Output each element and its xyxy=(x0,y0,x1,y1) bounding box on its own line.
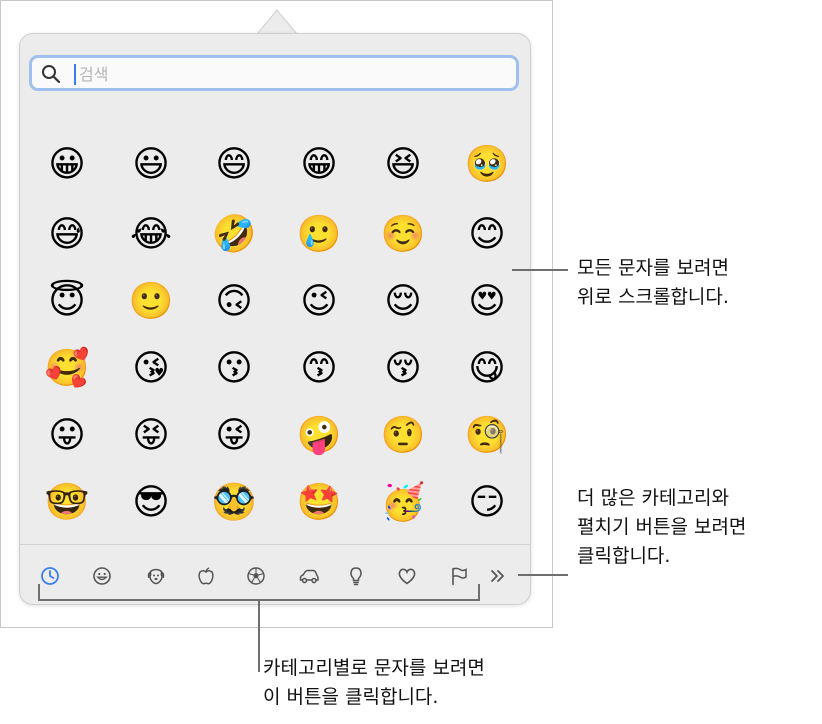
emoji-cell[interactable]: 😛 xyxy=(42,411,92,461)
callout-scroll-line-2: 위로 스크롤합니다. xyxy=(577,286,729,308)
callout-more-line-3: 클릭합니다. xyxy=(577,545,671,567)
emoji-cell[interactable]: 🤨 xyxy=(378,411,428,461)
clock-icon xyxy=(41,567,59,585)
category-tab-flags[interactable] xyxy=(444,561,474,591)
callout-more: 더 많은 카테고리와 펼치기 버튼을 보려면 클릭합니다. xyxy=(577,484,746,571)
emoji-cell[interactable]: 🥸 xyxy=(209,478,259,528)
category-bar-divider xyxy=(20,544,530,545)
emoji-cell[interactable]: 😚 xyxy=(378,344,428,394)
smiley-icon xyxy=(93,567,111,585)
emoji-cell[interactable]: 🤪 xyxy=(294,411,344,461)
lightbulb-icon xyxy=(350,567,362,586)
emoji-cell[interactable]: 😏 xyxy=(462,478,512,528)
callout-more-line-1: 더 많은 카테고리와 xyxy=(577,487,729,509)
callout-line-scroll xyxy=(512,269,568,271)
emoji-cell[interactable]: 🥳 xyxy=(378,478,428,528)
emoji-cell[interactable]: 😙 xyxy=(294,344,344,394)
category-tab-activity[interactable] xyxy=(241,561,271,591)
car-icon xyxy=(299,569,319,584)
double-chevron-right-icon xyxy=(491,570,504,582)
bracket-right xyxy=(478,584,480,600)
callout-category-line-1: 카테고리별로 문자를 보려면 xyxy=(263,657,485,679)
emoji-cell[interactable]: ☺️ xyxy=(378,210,428,260)
flag-icon xyxy=(452,567,467,586)
emoji-cell[interactable]: 😘 xyxy=(126,344,176,394)
category-tab-travel[interactable] xyxy=(294,561,324,591)
emoji-cell[interactable]: 😜 xyxy=(209,411,259,461)
callout-category-line-2: 이 버튼을 클릭합니다. xyxy=(263,686,439,708)
soccer-ball-icon xyxy=(247,567,265,585)
expand-categories-button[interactable] xyxy=(483,561,513,591)
emoji-cell[interactable]: 😍 xyxy=(462,277,512,327)
emoji-cell[interactable]: 😀 xyxy=(42,140,92,190)
emoji-cell[interactable]: 🤣 xyxy=(209,210,259,260)
search-field-container[interactable] xyxy=(29,55,519,91)
emoji-cell[interactable]: 🙃 xyxy=(209,277,259,327)
emoji-cell[interactable]: 😂 xyxy=(126,210,176,260)
emoji-cell[interactable]: 😝 xyxy=(126,411,176,461)
emoji-cell[interactable]: 🤩 xyxy=(294,478,344,528)
emoji-cell[interactable]: 🥰 xyxy=(42,344,92,394)
category-tab-food[interactable] xyxy=(191,561,221,591)
heart-icon xyxy=(398,568,416,585)
emoji-cell[interactable]: 🤓 xyxy=(42,478,92,528)
emoji-cell[interactable]: 😎 xyxy=(126,478,176,528)
callout-scroll: 모든 문자를 보려면 위로 스크롤합니다. xyxy=(577,254,729,312)
callout-more-line-2: 펼치기 버튼을 보려면 xyxy=(577,516,747,538)
popover-arrow xyxy=(257,9,297,35)
dog-icon xyxy=(147,568,165,585)
emoji-cell[interactable]: 🥲 xyxy=(294,210,344,260)
emoji-cell[interactable]: 🧐 xyxy=(462,411,512,461)
callout-line-more xyxy=(518,574,568,576)
character-viewer-popover: 😀 😃 😄 😁 😆 🥹 😅 😂 🤣 🥲 ☺️ 😊 😇 🙂 🙃 😉 😌 😍 🥰 😘 😗 😙 😚 😋 😛 😝 😜 🤪 🤨 🧐 🤓 😎 🥸 🤩 🥳 😏 xyxy=(19,33,531,605)
emoji-cell[interactable]: 😆 xyxy=(378,140,428,190)
category-tab-animals[interactable] xyxy=(141,561,171,591)
emoji-cell[interactable]: 😄 xyxy=(209,140,259,190)
text-cursor xyxy=(74,64,76,85)
emoji-cell[interactable]: 😁 xyxy=(294,140,344,190)
emoji-cell[interactable]: 😗 xyxy=(209,344,259,394)
callout-line-category xyxy=(258,599,260,672)
apple-icon xyxy=(198,567,214,585)
emoji-cell[interactable]: 😋 xyxy=(462,344,512,394)
emoji-cell[interactable]: 🥹 xyxy=(462,140,512,190)
category-tab-symbols[interactable] xyxy=(392,561,422,591)
emoji-cell[interactable]: 😉 xyxy=(294,277,344,327)
emoji-cell[interactable]: 😅 xyxy=(42,210,92,260)
search-icon xyxy=(42,65,61,84)
search-input[interactable] xyxy=(79,60,499,88)
emoji-cell[interactable]: 😇 xyxy=(42,277,92,327)
category-tab-smileys[interactable] xyxy=(87,561,117,591)
category-tab-objects[interactable] xyxy=(341,561,371,591)
emoji-cell[interactable]: 😌 xyxy=(378,277,428,327)
emoji-cell[interactable]: 😃 xyxy=(126,140,176,190)
emoji-cell[interactable]: 🙂 xyxy=(126,277,176,327)
bracket-left xyxy=(38,584,40,600)
callout-scroll-line-1: 모든 문자를 보려면 xyxy=(577,257,729,279)
emoji-cell[interactable]: 😊 xyxy=(462,210,512,260)
callout-category: 카테고리별로 문자를 보려면 이 버튼을 클릭합니다. xyxy=(263,654,485,712)
